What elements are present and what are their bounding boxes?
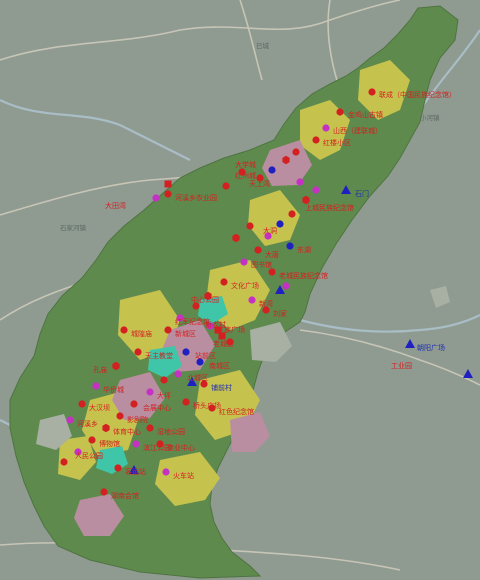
poi-label: 东湖 (297, 245, 311, 254)
poi-marker[interactable] (152, 194, 160, 202)
poi-label: 红色纪念馆 (219, 407, 254, 416)
poi-marker[interactable] (116, 412, 124, 420)
poi-label: 大汉坝 (89, 403, 110, 412)
poi-label: 大洞 (263, 226, 277, 235)
poi-marker[interactable] (130, 400, 138, 408)
poi-label: 文化广场 (231, 281, 259, 290)
poi-label: 朝阳广场 (417, 343, 445, 352)
poi-label: 新湾 (259, 299, 273, 308)
poi-marker[interactable] (182, 398, 190, 406)
poi-marker[interactable] (146, 388, 154, 396)
poi-marker[interactable] (222, 182, 230, 190)
poi-marker[interactable] (288, 210, 296, 218)
poi-label: 山西（建联城） (333, 126, 382, 135)
poi-label: 红楼小区 (323, 138, 351, 147)
poi-marker[interactable] (134, 348, 142, 356)
poi-label: 火车站 (173, 471, 194, 480)
poi-marker[interactable] (132, 440, 140, 448)
poi-label: 联成（中国民族纪念馆） (379, 90, 456, 99)
poi-label: 大田湾 (105, 201, 126, 210)
map-svg[interactable]: 已城 石家河镇 小河镇 联成（中国民族纪念馆） 金鸡山古镇山西（建联城） 红楼小区大… (0, 0, 480, 580)
town-label-east: 已城 (256, 42, 270, 50)
poi-marker[interactable] (246, 222, 254, 230)
poi-marker[interactable] (282, 282, 290, 290)
poi-marker[interactable] (164, 190, 172, 198)
poi-marker[interactable] (336, 108, 344, 116)
poi-marker[interactable] (268, 166, 276, 174)
poi-label: 华侨城 (103, 385, 124, 394)
poi-marker[interactable] (174, 370, 182, 378)
poi-label: 影剧院 (127, 415, 148, 424)
poi-marker[interactable] (160, 376, 168, 384)
poi-marker[interactable] (240, 258, 248, 266)
poi-label: 大学城 (235, 160, 256, 169)
poi-marker[interactable] (312, 136, 320, 144)
poi-label: 铺前村 (211, 383, 232, 392)
poi-marker[interactable] (146, 424, 154, 432)
poi-marker[interactable] (248, 296, 256, 304)
poi-label: 南城区 (209, 361, 230, 370)
poi-marker[interactable] (78, 400, 86, 408)
poi-marker[interactable] (182, 348, 190, 356)
poi-marker[interactable] (286, 242, 294, 250)
town-label-west: 石家河镇 (60, 223, 87, 232)
poi-label: 会展中心 (143, 403, 171, 412)
poi-marker[interactable] (220, 278, 228, 286)
poi-label: 红州城 (235, 171, 256, 180)
poi-label: 人民公园 (75, 452, 103, 460)
poi-label: 老城区 (213, 339, 234, 348)
poi-marker[interactable] (60, 458, 68, 466)
poi-label: 大坪 (157, 391, 171, 400)
poi-label: 孔庙 (93, 365, 107, 374)
poi-label: 大唐 (265, 250, 279, 259)
poi-label: 博物馆 (99, 439, 120, 448)
poi-marker[interactable] (322, 124, 330, 132)
poi-marker[interactable] (164, 326, 172, 334)
poi-marker[interactable] (120, 326, 128, 334)
poi-marker[interactable] (162, 468, 170, 476)
poi-label: 城隍庙 (131, 329, 152, 338)
poi-marker[interactable] (296, 178, 304, 186)
poi-marker[interactable] (312, 186, 320, 194)
town-label-east2: 小河镇 (420, 113, 440, 122)
poi-label: 金鸡山古镇 (348, 110, 383, 119)
poi-label: 图书馆 (251, 260, 272, 269)
poi-marker[interactable] (254, 246, 262, 254)
poi-label: 新城区 (175, 329, 196, 338)
poi-marker-square[interactable] (164, 180, 172, 188)
poi-marker[interactable] (368, 88, 376, 96)
poi-label: 体育中心 (113, 427, 141, 436)
poi-marker[interactable] (88, 436, 96, 444)
poi-label: 石门 (355, 189, 369, 198)
poi-label: 河溪乡农业园 (175, 193, 217, 202)
poi-marker[interactable] (114, 464, 122, 472)
poi-marker[interactable] (292, 148, 300, 156)
poi-label: 站前区 (195, 351, 216, 360)
poi-label: 中心公园 (191, 295, 219, 304)
poi-marker[interactable] (92, 382, 100, 390)
poi-label: 新农村 (205, 320, 226, 329)
poi-label: 刘家 (273, 309, 287, 318)
poi-label: 老城民族纪念馆 (279, 271, 328, 280)
poi-label: 北城区 (187, 374, 208, 382)
poi-marker[interactable] (100, 488, 108, 496)
poi-label: 河溪乡 (77, 419, 98, 428)
poi-label: 天主教堂 (145, 351, 173, 360)
poi-label: 桥头广场 (193, 401, 221, 410)
poi-label: 客运站 (125, 467, 146, 476)
poi-label: 天上湾 (249, 179, 270, 188)
poi-label: 上城民族纪念馆 (305, 203, 354, 212)
poi-marker[interactable] (268, 268, 276, 276)
poi-marker[interactable] (276, 220, 284, 228)
poi-marker[interactable] (66, 416, 74, 424)
poi-label: 湖南会馆 (111, 491, 139, 500)
map-canvas[interactable]: 已城 石家河镇 小河镇 联成（中国民族纪念馆） 金鸡山古镇山西（建联城） 红楼小区大… (0, 0, 480, 580)
poi-label: 湿地公园 (157, 427, 185, 436)
poi-label: 工业园 (391, 361, 412, 370)
poi-label: 商业中心 (167, 443, 195, 452)
